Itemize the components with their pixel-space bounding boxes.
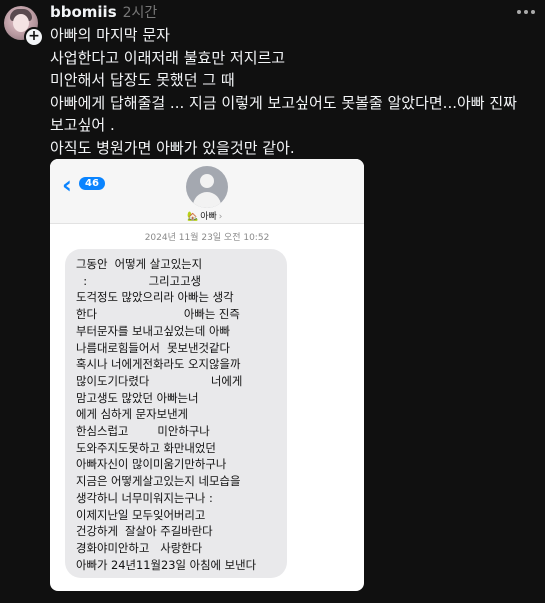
message-line: 건강하게 잘살아 주길바란다 <box>76 524 213 539</box>
post-text: 아빠의 마지막 문자 사업한다고 이래저래 불효만 저지르고 미안해서 답장도 … <box>50 24 535 159</box>
message-timestamp: 2024년 11월 23일 오전 10:52 <box>144 233 270 243</box>
message-line: 많이도기다렸다 너에게 <box>76 373 243 388</box>
person-silhouette-icon <box>186 166 228 208</box>
post-line: 아빠의 마지막 문자 <box>50 26 170 44</box>
message-bubble: 그동안 어떻게 살고있는지 : 그리고고생 도걱정도 많았으리라 아빠는 생각 … <box>65 249 287 578</box>
message-line: 에게 심하게 문자보낸게 <box>76 407 189 422</box>
post-line: 미안해서 답장도 못했던 그 때 <box>50 71 235 89</box>
post-header: bbomiis 2시간 <box>50 2 157 22</box>
message-line: 나름대로힘들어서 못보낸것같다 <box>76 340 230 355</box>
more-dot <box>517 10 521 14</box>
post-line: 아빠에게 답해줄걸 ... 지금 이렇게 보고싶어도 못볼줄 알았다면...아빠… <box>50 93 517 135</box>
message-line: 지금은 어떻게살고있는지 네모습을 <box>76 474 241 489</box>
more-horizontal-icon[interactable] <box>517 4 535 20</box>
contact-name-label: 아빠 <box>200 212 217 222</box>
house-emoji-icon: 🏡 <box>187 212 199 222</box>
message-line: 이제지난일 모두잊어버리고 <box>76 507 206 522</box>
message-line: 아빠자신이 많이미움기만하구나 <box>76 457 227 472</box>
message-line: 아빠가 24년11월23일 아침에 보낸다 <box>76 557 257 572</box>
message-line: 경화야미안하고 사랑한다 <box>76 540 203 555</box>
chevron-left-icon[interactable]: ‹ <box>62 173 72 197</box>
more-dot <box>531 10 535 14</box>
message-line: 한다 아빠는 진즉 <box>76 307 240 322</box>
chevron-right-icon: › <box>218 212 223 222</box>
message-line: 맘고생도 많았던 아빠는너 <box>76 390 199 405</box>
message-line: : 그리고고생 <box>76 273 202 288</box>
message-line: 부터문자를 보내고싶었는데 아빠 <box>76 323 230 338</box>
message-line: 도와주지도못하고 화만내었던 <box>76 440 216 455</box>
thread-post: + bbomiis 2시간 아빠의 마지막 문자 사업한다고 이래저래 불효만 … <box>0 0 545 603</box>
message-line: 그동안 어떻게 살고있는지 <box>76 257 203 271</box>
contact-name: 🏡 아빠 › <box>187 209 222 222</box>
attached-screenshot[interactable]: ‹ 46 🏡 아빠 › 2024년 11월 23일 오전 10:52 그동안 어떻게… <box>50 159 364 591</box>
post-line: 사업한다고 이래저래 불효만 저지르고 <box>50 48 286 67</box>
avatar-body-shape <box>193 192 221 208</box>
more-dot <box>524 10 528 14</box>
avatar-head-shape <box>200 174 214 188</box>
follow-plus-icon[interactable]: + <box>24 27 44 47</box>
username[interactable]: bbomiis <box>50 3 117 21</box>
message-line: 생각하니 너무미워지는구나 : <box>76 490 213 505</box>
post-line: 아직도 병원가면 아빠가 있을것만 같아. <box>50 138 295 157</box>
sms-header: ‹ 46 🏡 아빠 › <box>50 159 364 224</box>
message-line: 도걱정도 많았으리라 아빠는 생각 <box>76 290 234 305</box>
message-line: 한심스럽고 미안하구나 <box>76 424 210 439</box>
post-time: 2시간 <box>122 5 158 21</box>
message-line: 혹시나 너에게전화라도 오지않을까 <box>76 357 241 372</box>
unread-count-badge: 46 <box>79 177 105 190</box>
